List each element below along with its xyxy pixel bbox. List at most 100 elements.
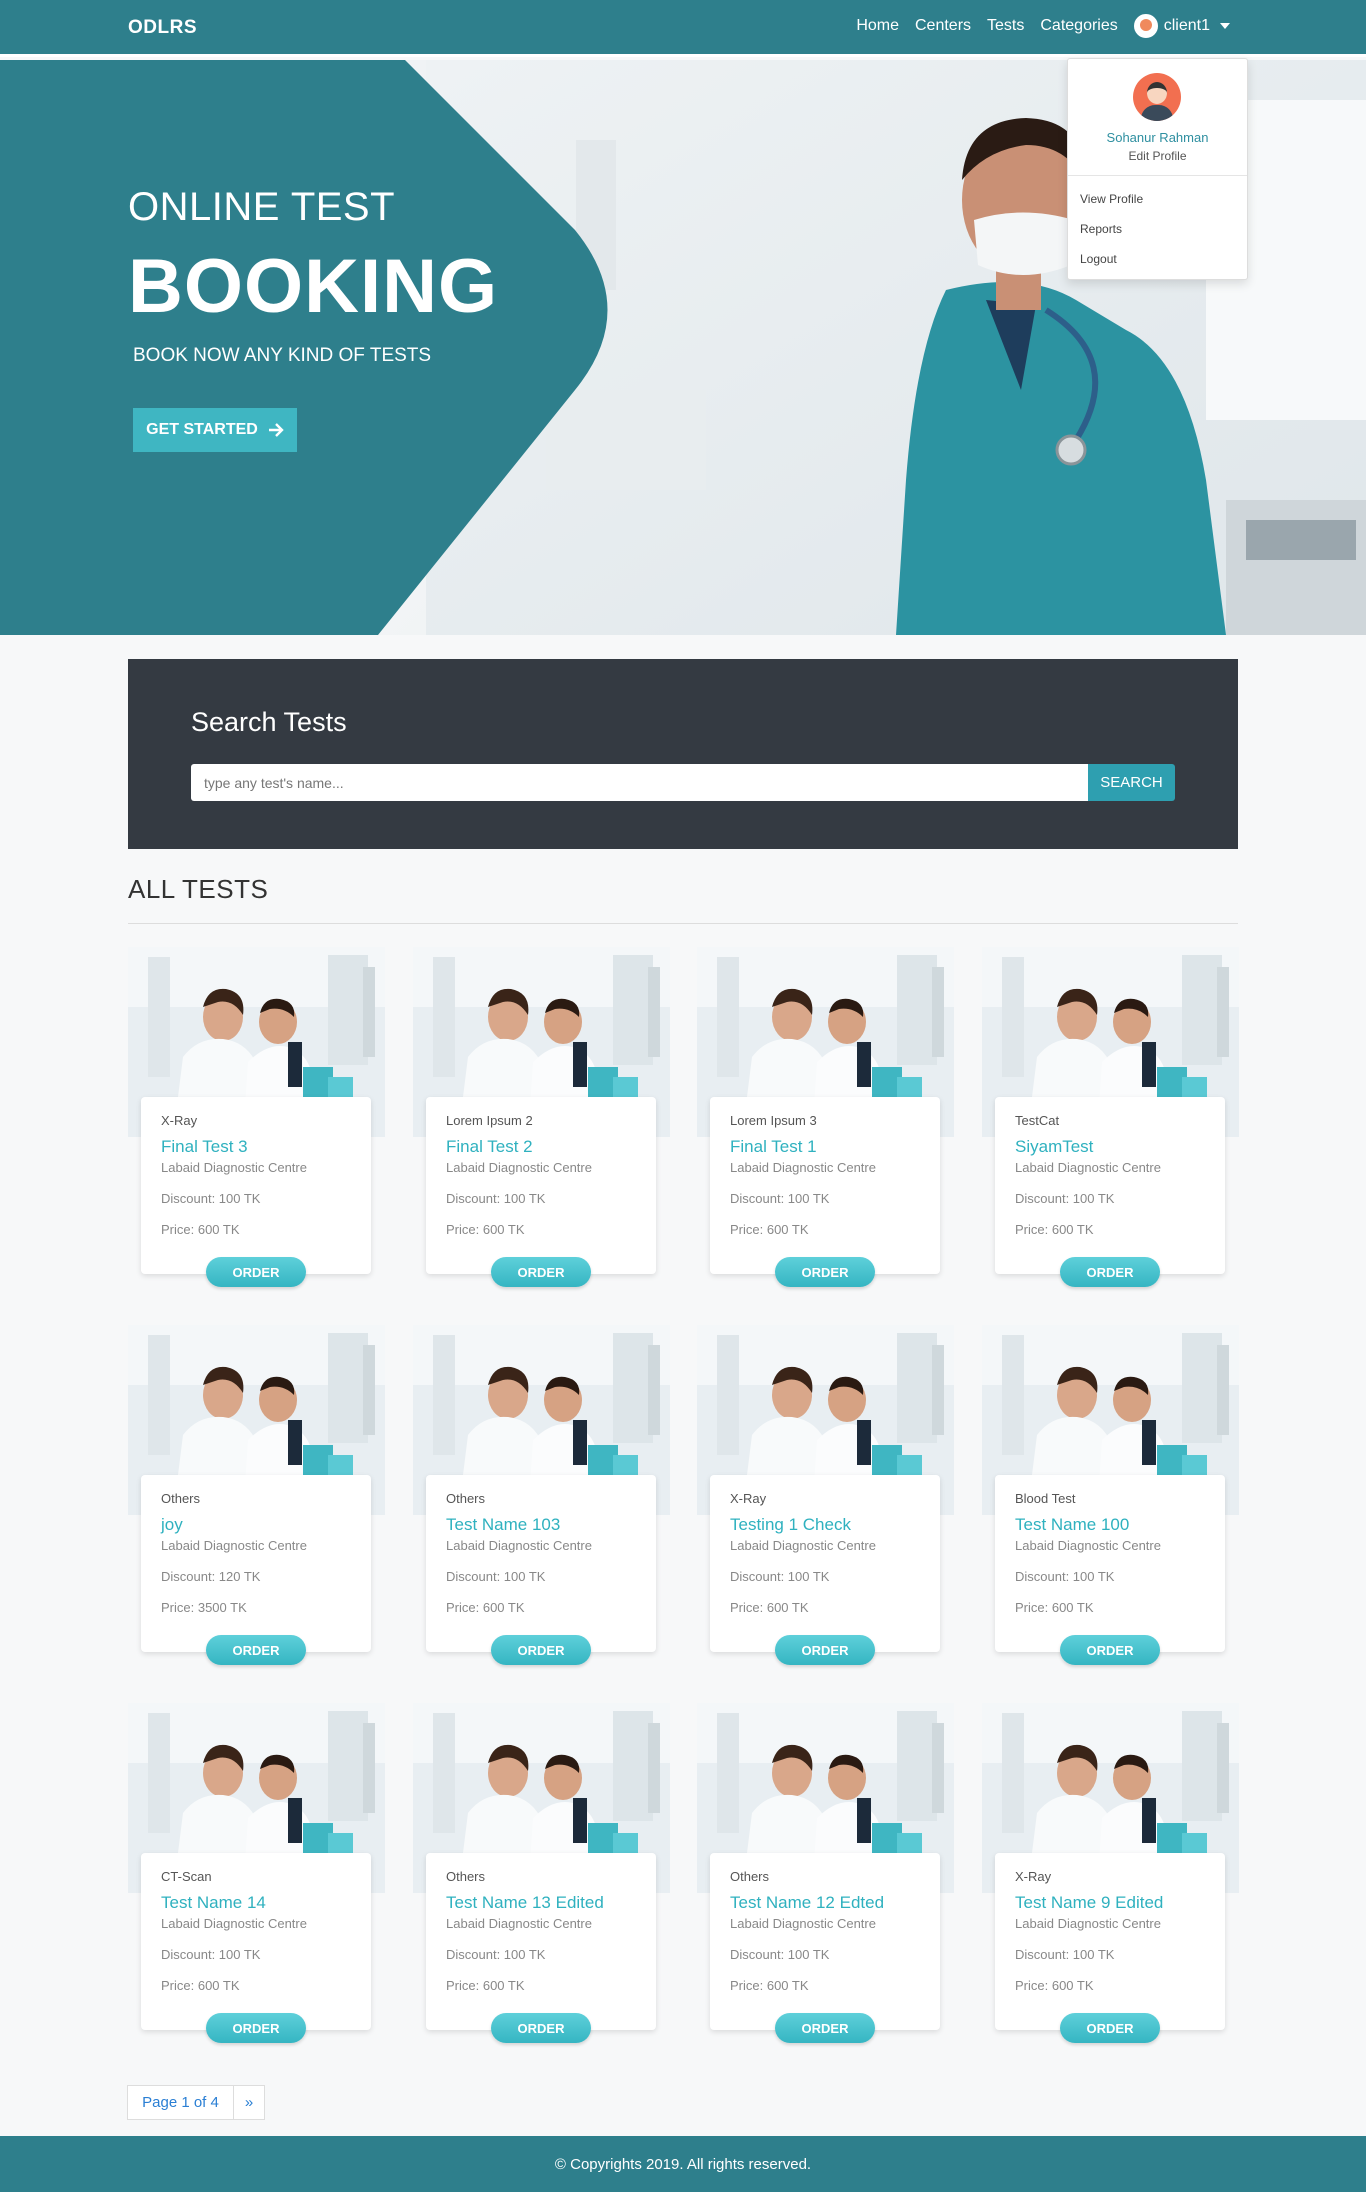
nav-links: Home Centers Tests Categories client1 [856, 14, 1230, 38]
test-card-body: X-Ray Final Test 3 Labaid Diagnostic Centr… [141, 1097, 371, 1274]
test-card: Others joy Labaid Diagnostic Centre Discoun… [128, 1325, 385, 1665]
test-category: Others [730, 1869, 770, 1884]
nav-link-centers[interactable]: Centers [915, 17, 971, 35]
test-card-body: Lorem Ipsum 2 Final Test 2 Labaid Diagnost… [426, 1097, 656, 1274]
test-category: CT-Scan [161, 1869, 212, 1884]
nav-link-home[interactable]: Home [856, 17, 899, 35]
test-card: Others Test Name 103 Labaid Diagnostic Cen… [413, 1325, 670, 1665]
test-discount: Discount: 100 TK [161, 1947, 261, 1962]
order-button[interactable]: ORDER [775, 2013, 875, 2043]
order-button[interactable]: ORDER [491, 2013, 591, 2043]
test-price: Price: 600 TK [730, 1600, 809, 1615]
page-indicator[interactable]: Page 1 of 4 [127, 2085, 234, 2120]
test-centre: Labaid Diagnostic Centre [1015, 1538, 1161, 1553]
test-category: Others [446, 1491, 486, 1506]
test-centre: Labaid Diagnostic Centre [1015, 1160, 1161, 1175]
next-page-button[interactable]: » [233, 2085, 265, 2120]
profile-avatar [1133, 73, 1181, 121]
menu-item-view-profile[interactable]: View Profile [1080, 192, 1143, 206]
test-name-link[interactable]: Final Test 1 [730, 1137, 817, 1157]
user-dropdown-menu: Sohanur Rahman Edit Profile View Profile… [1067, 58, 1248, 280]
test-centre: Labaid Diagnostic Centre [730, 1160, 876, 1175]
test-card: TestCat SiyamTest Labaid Diagnostic Centre… [982, 947, 1239, 1287]
test-discount: Discount: 100 TK [730, 1569, 830, 1584]
test-name-link[interactable]: Testing 1 Check [730, 1515, 851, 1535]
order-button[interactable]: ORDER [491, 1257, 591, 1287]
order-button[interactable]: ORDER [206, 2013, 306, 2043]
caret-down-icon [1220, 23, 1230, 29]
user-avatar-icon [1133, 14, 1158, 38]
test-price: Price: 600 TK [730, 1222, 809, 1237]
test-card-body: Others Test Name 103 Labaid Diagnostic Cen… [426, 1475, 656, 1652]
test-discount: Discount: 100 TK [446, 1191, 546, 1206]
test-name-link[interactable]: Test Name 12 Edted [730, 1893, 884, 1913]
arrow-right-icon [268, 423, 284, 437]
brand-logo[interactable]: ODLRS [128, 17, 197, 39]
test-card-body: CT-Scan Test Name 14 Labaid Diagnostic Cen… [141, 1853, 371, 2030]
test-card-body: Others Test Name 12 Edted Labaid Diagnosti… [710, 1853, 940, 2030]
test-price: Price: 600 TK [446, 1222, 525, 1237]
test-name-link[interactable]: Final Test 2 [446, 1137, 533, 1157]
section-title: ALL TESTS [128, 874, 269, 904]
get-started-button[interactable]: GET STARTED [133, 408, 297, 452]
footer-copyright: © Copyrights 2019. All rights reserved. [554, 2155, 812, 2173]
test-discount: Discount: 100 TK [1015, 1947, 1115, 1962]
order-button[interactable]: ORDER [1060, 1635, 1160, 1665]
test-price: Price: 600 TK [446, 1978, 525, 1993]
hero-subtitle: ONLINE TEST [128, 185, 396, 229]
test-card: Lorem Ipsum 2 Final Test 2 Labaid Diagnost… [413, 947, 670, 1287]
order-button[interactable]: ORDER [775, 1257, 875, 1287]
order-button[interactable]: ORDER [491, 1635, 591, 1665]
order-button[interactable]: ORDER [206, 1257, 306, 1287]
test-discount: Discount: 100 TK [1015, 1191, 1115, 1206]
test-name-link[interactable]: joy [161, 1515, 183, 1535]
test-discount: Discount: 100 TK [730, 1947, 830, 1962]
search-title: Search Tests [191, 707, 347, 737]
user-name: client1 [1163, 17, 1210, 34]
test-name-link[interactable]: Test Name 14 [161, 1893, 266, 1913]
test-price: Price: 600 TK [161, 1222, 240, 1237]
test-price: Price: 600 TK [1015, 1978, 1094, 1993]
edit-profile-link[interactable]: Edit Profile [1068, 149, 1247, 163]
test-category: X-Ray [1015, 1869, 1052, 1884]
order-button[interactable]: ORDER [1060, 2013, 1160, 2043]
navbar: ODLRS Home Centers Tests Categories clie… [0, 0, 1366, 57]
test-name-link[interactable]: SiyamTest [1015, 1137, 1093, 1157]
test-card: Lorem Ipsum 3 Final Test 1 Labaid Diagnost… [697, 947, 954, 1287]
test-category: X-Ray [161, 1113, 198, 1128]
test-name-link[interactable]: Test Name 13 Edited [446, 1893, 604, 1913]
test-card: X-Ray Final Test 3 Labaid Diagnostic Centr… [128, 947, 385, 1287]
test-card-body: X-Ray Test Name 9 Edited Labaid Diagnostic… [995, 1853, 1225, 2030]
test-name-link[interactable]: Final Test 3 [161, 1137, 248, 1157]
nav-link-categories[interactable]: Categories [1040, 17, 1117, 35]
pagination: Page 1 of 4 » [127, 2085, 265, 2120]
search-input[interactable] [191, 764, 1089, 801]
test-name-link[interactable]: Test Name 9 Edited [1015, 1893, 1163, 1913]
test-centre: Labaid Diagnostic Centre [446, 1916, 592, 1931]
nav-link-tests[interactable]: Tests [987, 17, 1024, 35]
test-price: Price: 3500 TK [161, 1600, 247, 1615]
test-discount: Discount: 120 TK [161, 1569, 261, 1584]
user-menu-toggle[interactable]: client1 [1133, 14, 1230, 38]
order-button[interactable]: ORDER [206, 1635, 306, 1665]
menu-item-reports[interactable]: Reports [1080, 222, 1122, 236]
test-price: Price: 600 TK [730, 1978, 809, 1993]
test-discount: Discount: 100 TK [730, 1191, 830, 1206]
test-card: Others Test Name 12 Edted Labaid Diagnosti… [697, 1703, 954, 2043]
order-button[interactable]: ORDER [775, 1635, 875, 1665]
test-price: Price: 600 TK [161, 1978, 240, 1993]
test-discount: Discount: 100 TK [446, 1569, 546, 1584]
test-card-body: Lorem Ipsum 3 Final Test 1 Labaid Diagnost… [710, 1097, 940, 1274]
test-name-link[interactable]: Test Name 103 [446, 1515, 560, 1535]
test-name-link[interactable]: Test Name 100 [1015, 1515, 1129, 1535]
test-category: Others [446, 1869, 486, 1884]
test-category: Lorem Ipsum 2 [446, 1113, 533, 1128]
footer: © Copyrights 2019. All rights reserved. [0, 2136, 1366, 2192]
search-button[interactable]: SEARCH [1088, 764, 1175, 801]
test-category: X-Ray [730, 1491, 767, 1506]
test-centre: Labaid Diagnostic Centre [161, 1916, 307, 1931]
profile-name[interactable]: Sohanur Rahman [1068, 130, 1247, 145]
order-button[interactable]: ORDER [1060, 1257, 1160, 1287]
menu-item-logout[interactable]: Logout [1080, 252, 1117, 266]
test-price: Price: 600 TK [1015, 1222, 1094, 1237]
